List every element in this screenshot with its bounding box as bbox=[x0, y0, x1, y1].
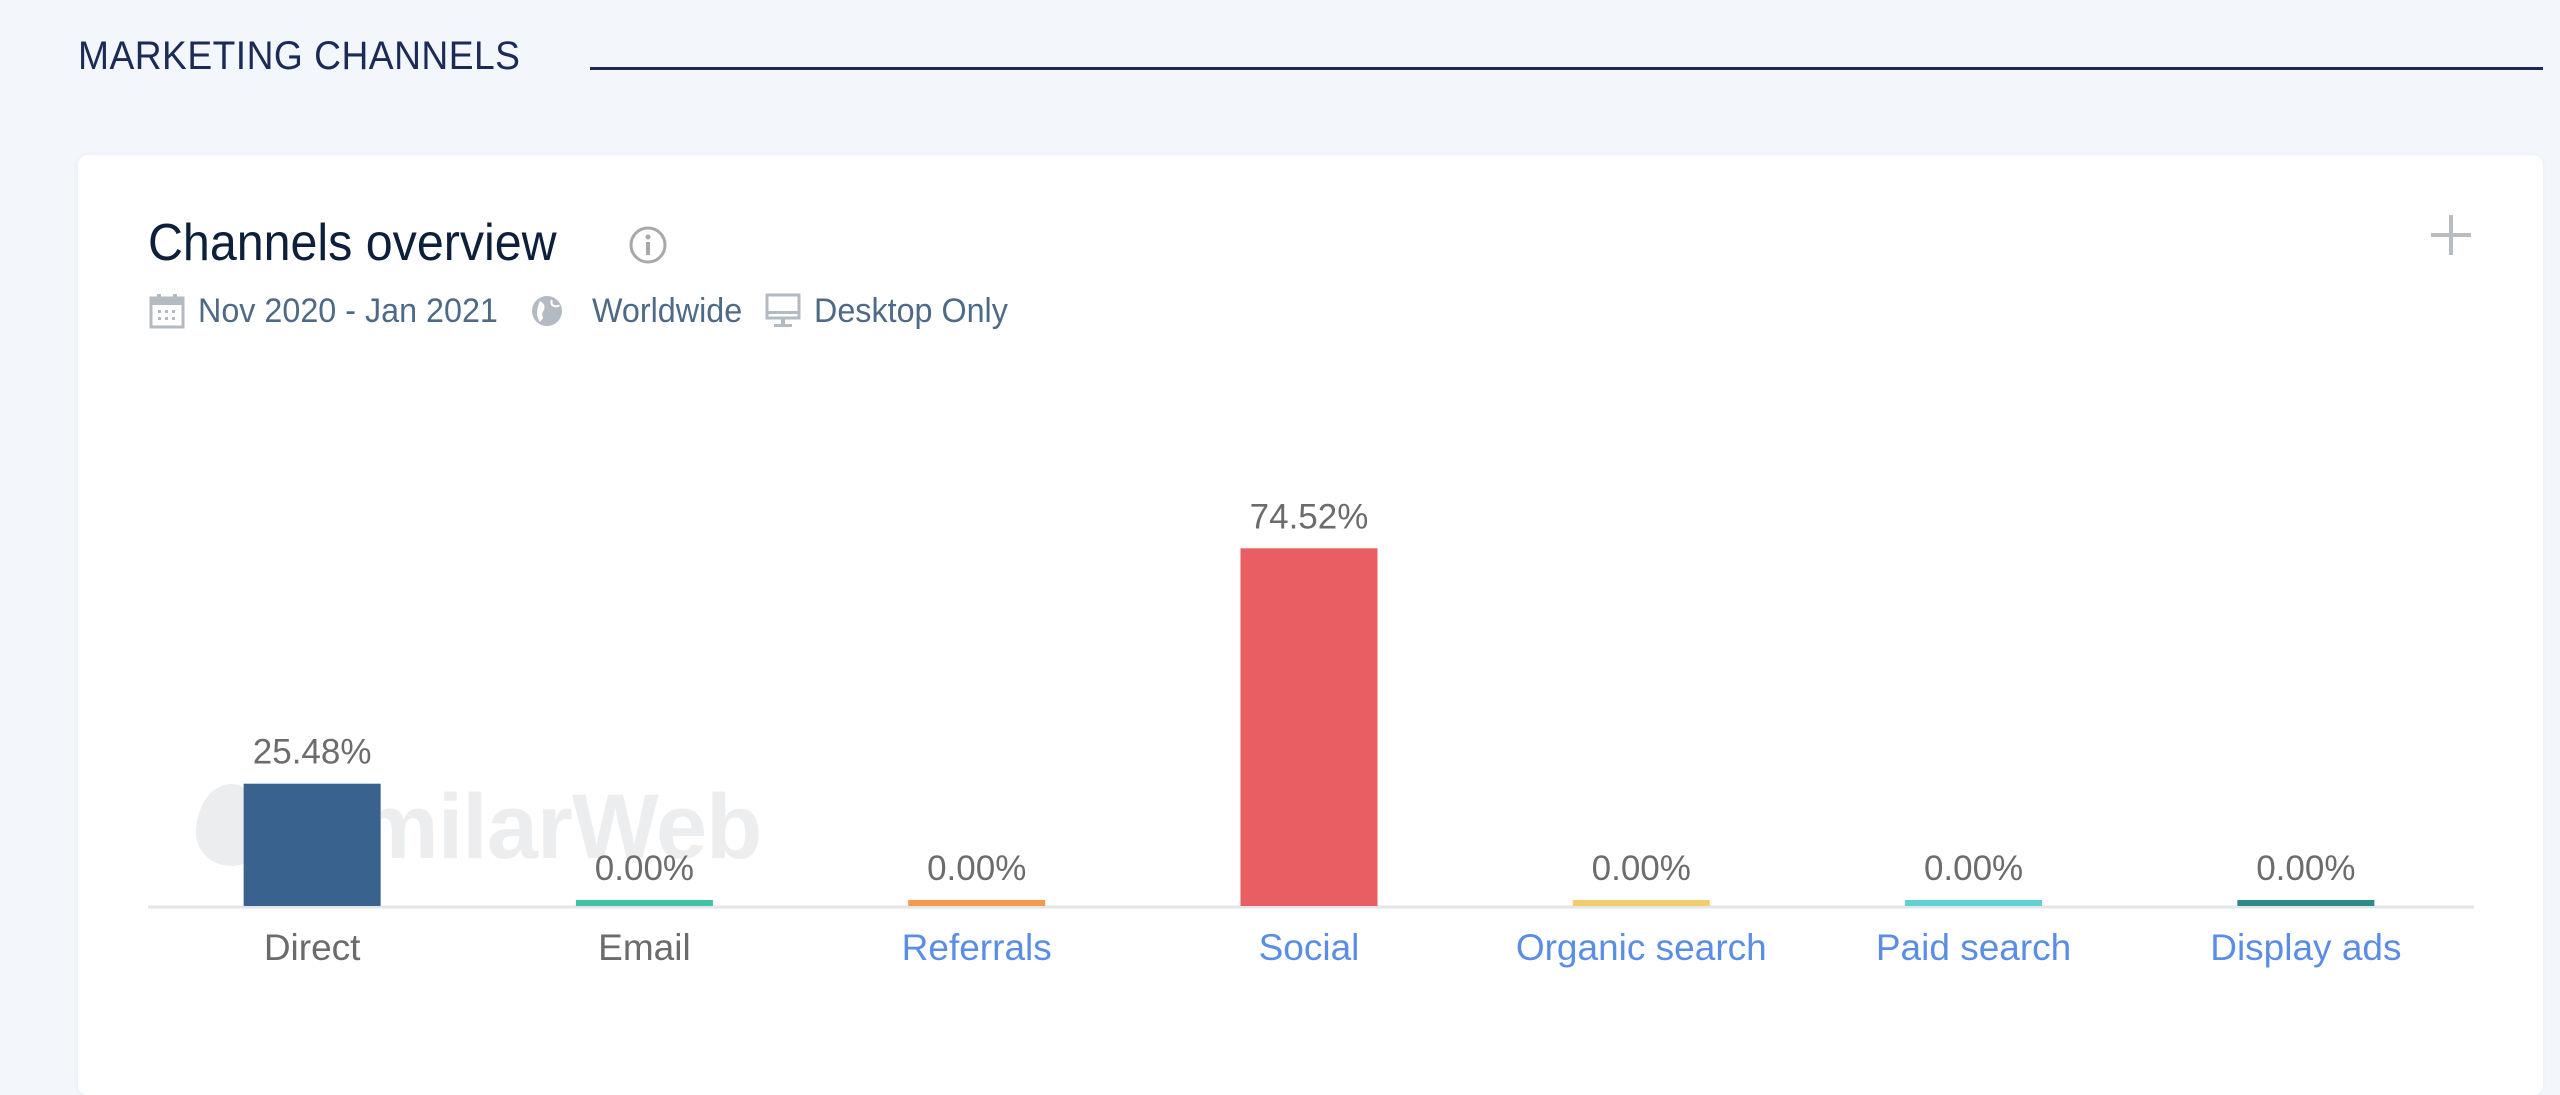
category-label-organic-search[interactable]: Organic search bbox=[1516, 927, 1767, 968]
value-label: 0.00% bbox=[1924, 849, 2023, 888]
value-label: 25.48% bbox=[253, 733, 372, 772]
channels-overview-card: Channels overview Nov 2020 - Jan 2021 Wo… bbox=[78, 155, 2543, 1095]
bar-direct[interactable] bbox=[243, 783, 381, 906]
value-label: 74.52% bbox=[1250, 497, 1369, 536]
value-label: 0.00% bbox=[2256, 849, 2355, 888]
category-label-social[interactable]: Social bbox=[1259, 927, 1360, 968]
category-label-email: Email bbox=[598, 927, 691, 968]
section-header: MARKETING CHANNELS bbox=[78, 28, 2543, 84]
bar-organic-search[interactable] bbox=[1572, 900, 1710, 906]
bar-paid-search[interactable] bbox=[1905, 900, 2043, 906]
section-divider bbox=[590, 67, 2543, 70]
category-label-display-ads[interactable]: Display ads bbox=[2210, 927, 2401, 968]
section-title: MARKETING CHANNELS bbox=[78, 33, 521, 78]
bar-email[interactable] bbox=[575, 900, 713, 906]
value-label: 0.00% bbox=[595, 849, 694, 888]
value-label: 0.00% bbox=[1592, 849, 1691, 888]
category-label-referrals[interactable]: Referrals bbox=[902, 927, 1052, 968]
value-label: 0.00% bbox=[927, 849, 1026, 888]
category-label-paid-search[interactable]: Paid search bbox=[1876, 927, 2071, 968]
bar-display-ads[interactable] bbox=[2237, 900, 2375, 906]
category-label-direct: Direct bbox=[264, 927, 361, 968]
channels-bar-chart: 25.48% 0.00% 0.00% 74.52% 0.00% 0.00% 0.00% Di… bbox=[148, 497, 2474, 968]
bar-social[interactable] bbox=[1240, 548, 1378, 906]
bar-referrals[interactable] bbox=[908, 900, 1046, 906]
